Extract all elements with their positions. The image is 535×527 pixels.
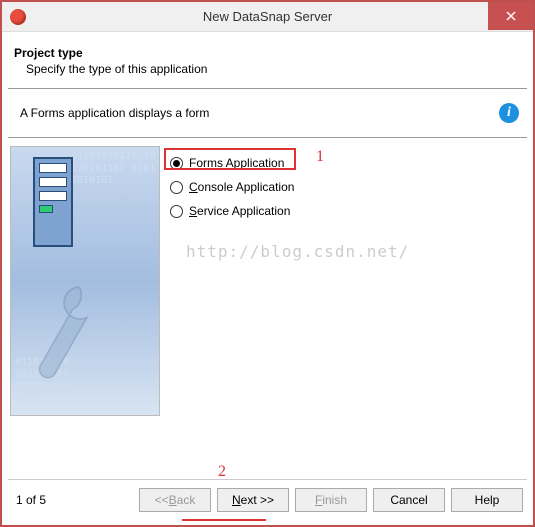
help-button[interactable]: Help — [451, 488, 523, 512]
radio-forms-application[interactable]: Forms Application — [170, 152, 523, 174]
description-box: A Forms application displays a form i — [8, 88, 527, 138]
app-icon — [10, 9, 26, 25]
options-area: Forms Application Console Application Se… — [166, 142, 527, 418]
radio-service-label: ervice Application — [197, 204, 290, 218]
window-title: New DataSnap Server — [2, 9, 533, 24]
main-area: 01101010110 10110101101 01011010101 0110… — [8, 138, 527, 418]
wizard-image: 01101010110 10110101101 01011010101 0110… — [10, 146, 160, 416]
header-section: Project type Specify the type of this ap… — [8, 38, 527, 88]
page-subtitle: Specify the type of this application — [14, 60, 521, 76]
finish-button: Finish — [295, 488, 367, 512]
radio-forms-label: orms Application — [196, 156, 284, 170]
radio-console-label: onsole Application — [198, 180, 295, 194]
titlebar: New DataSnap Server — [2, 2, 533, 32]
page-title: Project type — [14, 46, 521, 60]
radio-icon — [170, 157, 183, 170]
back-button: << Back — [139, 488, 211, 512]
radio-icon — [170, 181, 183, 194]
wrench-icon — [31, 275, 111, 395]
cancel-button[interactable]: Cancel — [373, 488, 445, 512]
footer: 1 of 5 << Back Next >> Finish Cancel Hel… — [8, 479, 527, 519]
annotation-number-1: 1 — [316, 148, 324, 166]
radio-icon — [170, 205, 183, 218]
page-indicator: 1 of 5 — [12, 493, 46, 507]
radio-service-application[interactable]: Service Application — [170, 200, 523, 222]
close-button[interactable] — [488, 2, 533, 30]
radio-console-application[interactable]: Console Application — [170, 176, 523, 198]
wizard-content: Project type Specify the type of this ap… — [2, 32, 533, 424]
description-text: A Forms application displays a form — [14, 106, 209, 120]
next-button[interactable]: Next >> — [217, 488, 289, 512]
info-icon[interactable]: i — [499, 103, 519, 123]
watermark-text: http://blog.csdn.net/ — [186, 242, 409, 261]
